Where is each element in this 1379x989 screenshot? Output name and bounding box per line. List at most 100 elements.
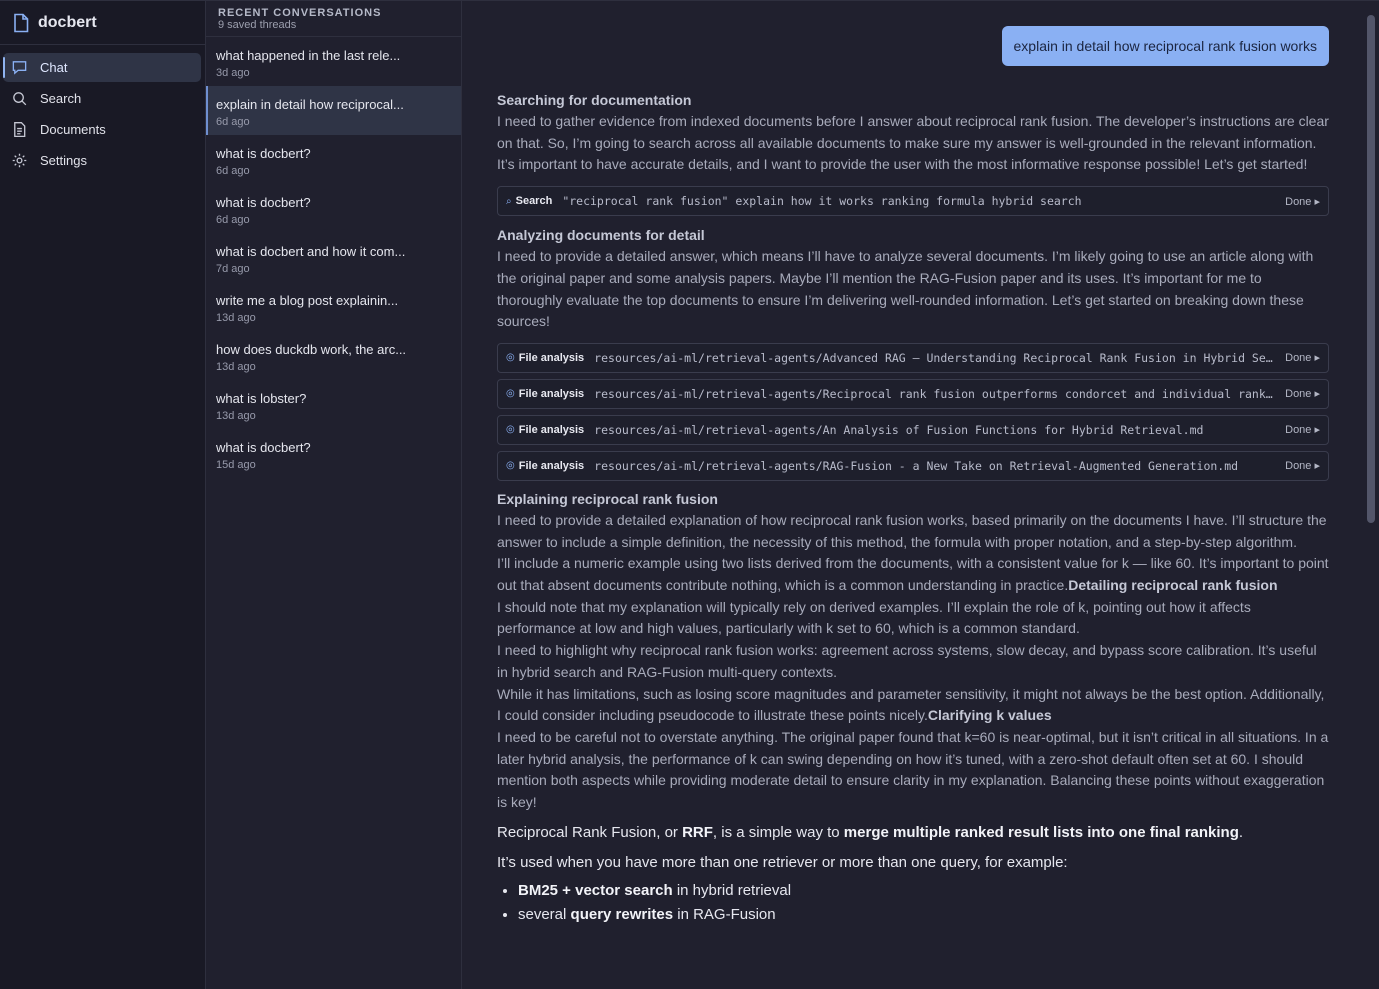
app-name: docbert (38, 13, 97, 31)
thread-item[interactable]: what is lobster? 13d ago (206, 380, 461, 429)
nav-item-search[interactable]: Search (3, 84, 201, 113)
answer-list-item: BM25 + vector search in hybrid retrieval (518, 880, 1329, 902)
answer-list: BM25 + vector search in hybrid retrieval… (497, 880, 1329, 926)
thread-time: 7d ago (216, 263, 250, 275)
tool-status: Done ▸ (1285, 352, 1320, 365)
thread-time: 13d ago (216, 361, 256, 373)
chat-icon (12, 61, 27, 75)
tool-status: Done ▸ (1285, 424, 1320, 437)
tool-kind: File analysis (518, 387, 585, 400)
tool-call-file-analysis[interactable]: ◎ File analysis resources/ai-ml/retrieva… (497, 414, 1329, 445)
thread-title: what is docbert and how it com... (216, 244, 406, 259)
reasoning-text: I need to provide a detailed explanation… (497, 511, 1327, 550)
tool-call-file-analysis[interactable]: ◎ File analysis resources/ai-ml/retrieva… (497, 342, 1329, 373)
thread-item[interactable]: what is docbert? 6d ago (206, 135, 461, 184)
scrollbar[interactable] (1363, 1, 1379, 989)
nav-item-chat[interactable]: Chat (3, 53, 201, 82)
brand: docbert (0, 1, 205, 45)
reasoning-title: Explaining reciprocal rank fusion (497, 490, 718, 507)
reasoning-text: While it has limitations, such as losing… (497, 684, 1329, 727)
thread-item[interactable]: write me a blog post explainin... 13d ag… (206, 282, 461, 331)
reasoning-text: I need to be careful not to overstate an… (497, 728, 1329, 811)
target-icon: ◎ (506, 388, 515, 400)
tool-call-file-analysis[interactable]: ◎ File analysis resources/ai-ml/retrieva… (497, 378, 1329, 409)
conversation-list-title: RECENT CONVERSATIONS (218, 7, 382, 19)
reasoning-text: I’ll include a numeric example using two… (497, 553, 1329, 596)
reasoning-inline-heading: Clarifying k values (927, 707, 1052, 724)
thread-item-active[interactable]: explain in detail how reciprocal... 6d a… (206, 86, 461, 135)
tool-path: resources/ai-ml/retrieval-agents/Advance… (594, 350, 1276, 365)
user-message-bubble: explain in detail how reciprocal rank fu… (1001, 26, 1329, 66)
conversation-list-header: RECENT CONVERSATIONS 9 saved threads (206, 1, 461, 37)
nav-label: Settings (40, 153, 87, 168)
answer-list-item: several query rewrites in RAG-Fusion (518, 904, 1329, 926)
answer-text: in hybrid retrieval (672, 881, 792, 899)
target-icon: ◎ (506, 352, 515, 364)
document-icon (14, 122, 26, 138)
search-icon (13, 92, 27, 106)
nav-item-settings[interactable]: Settings (3, 146, 201, 175)
reasoning-title: Searching for documentation (497, 92, 692, 108)
main-nav: Chat Search Documents Settings (0, 45, 205, 175)
target-icon: ◎ (506, 460, 515, 472)
answer-text: Reciprocal Rank Fusion, or (497, 823, 683, 841)
nav-label: Chat (40, 60, 68, 75)
reasoning-text: I need to highlight why reciprocal rank … (497, 642, 1317, 680)
answer-paragraph: Reciprocal Rank Fusion, or RRF, is a sim… (497, 822, 1329, 844)
target-icon: ◎ (506, 424, 515, 436)
thread-time: 13d ago (216, 312, 256, 324)
tool-status: Done ▸ (1285, 388, 1320, 401)
scrollbar-thumb[interactable] (1367, 15, 1375, 523)
tool-status: Done ▸ (1285, 195, 1320, 208)
thread-item[interactable]: how does duckdb work, the arc... 13d ago (206, 331, 461, 380)
answer-text: . (1238, 823, 1244, 841)
thread-title: what is lobster? (216, 391, 307, 406)
thread-item[interactable]: what happened in the last rele... 3d ago (206, 37, 461, 86)
nav-label: Search (40, 91, 82, 106)
thread-time: 6d ago (216, 116, 250, 128)
thread-title: write me a blog post explainin... (216, 293, 399, 308)
reasoning-text: I need to gather evidence from indexed d… (497, 113, 1329, 173)
answer-bold: RRF (682, 823, 713, 841)
search-icon: ⌕ (506, 195, 512, 207)
tool-path: resources/ai-ml/retrieval-agents/An Anal… (594, 422, 1204, 437)
thread-time: 13d ago (216, 410, 256, 422)
reasoning-text: I need to provide a detailed answer, whi… (497, 248, 1314, 330)
thread-time: 6d ago (216, 165, 250, 177)
sidebar: docbert Chat Search Documents Settings (0, 0, 206, 989)
thread-item[interactable]: what is docbert? 15d ago (206, 429, 461, 478)
tool-path: resources/ai-ml/retrieval-agents/RAG-Fus… (594, 458, 1239, 473)
reasoning-inline-heading: Detailing reciprocal rank fusion (1068, 577, 1278, 594)
conversation-count: 9 saved threads (218, 19, 297, 31)
gear-icon (12, 153, 27, 168)
thread-time: 3d ago (216, 67, 250, 79)
thread-title: explain in detail how reciprocal... (216, 97, 404, 112)
answer-paragraph: It’s used when you have more than one re… (497, 853, 1068, 871)
chat-panel: explain in detail how reciprocal rank fu… (462, 0, 1379, 989)
answer-text: , is a simple way to (712, 823, 844, 841)
answer-text: in RAG-Fusion (673, 905, 776, 923)
reasoning-text-span: While it has limitations, such as losing… (497, 685, 1325, 724)
tool-path: resources/ai-ml/retrieval-agents/Recipro… (594, 386, 1275, 401)
answer-text: several (518, 905, 571, 923)
answer-bold: merge multiple ranked result lists into … (843, 823, 1239, 841)
tool-kind: Search (515, 195, 553, 208)
tool-query: "reciprocal rank fusion" explain how it … (562, 194, 1082, 209)
assistant-response: Searching for documentation I need to ga… (497, 90, 1329, 928)
answer-bold: query rewrites (570, 905, 674, 923)
reasoning-text: I should note that my explanation will t… (497, 598, 1251, 637)
tool-kind: File analysis (518, 351, 585, 364)
conversation-list: RECENT CONVERSATIONS 9 saved threads wha… (206, 0, 462, 989)
nav-item-documents[interactable]: Documents (3, 115, 201, 144)
tool-call-file-analysis[interactable]: ◎ File analysis resources/ai-ml/retrieva… (497, 450, 1329, 481)
tool-call-search[interactable]: ⌕ Search "reciprocal rank fusion" explai… (497, 186, 1329, 217)
thread-item[interactable]: what is docbert? 6d ago (206, 184, 461, 233)
thread-time: 15d ago (216, 459, 256, 471)
thread-title: what is docbert? (216, 440, 311, 455)
thread-time: 6d ago (216, 214, 250, 226)
answer-bold: BM25 + vector search (518, 881, 673, 899)
thread-item[interactable]: what is docbert and how it com... 7d ago (206, 233, 461, 282)
nav-label: Documents (40, 122, 106, 137)
reasoning-title: Analyzing documents for detail (497, 227, 705, 244)
tool-kind: File analysis (518, 423, 585, 436)
